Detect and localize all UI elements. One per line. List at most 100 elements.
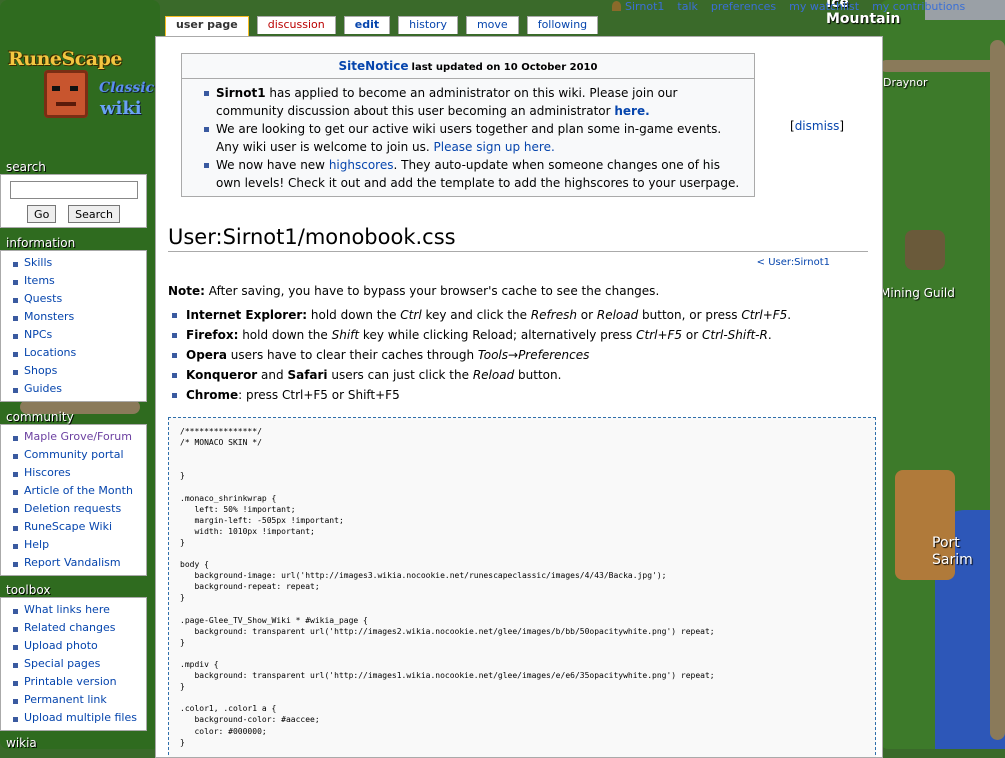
preferences-link[interactable]: preferences bbox=[711, 0, 776, 13]
personal-user[interactable]: Sirnot1 bbox=[612, 0, 664, 13]
logo-text-classic: Classic bbox=[99, 80, 155, 96]
sidebar-link[interactable]: Shops bbox=[24, 364, 57, 377]
sidebar-link[interactable]: Maple Grove/Forum bbox=[24, 430, 132, 443]
sidebar-item-shops[interactable]: Shops bbox=[11, 362, 146, 380]
toolbox-item-what-links-here[interactable]: What links here bbox=[11, 601, 146, 619]
sidebar-link[interactable]: Guides bbox=[24, 382, 62, 395]
tab-discussion-label[interactable]: discussion bbox=[268, 18, 325, 31]
sidebar-item-monsters[interactable]: Monsters bbox=[11, 308, 146, 326]
instruction-text: . bbox=[767, 328, 772, 342]
sidebar-item-article-of-month[interactable]: Article of the Month bbox=[11, 482, 146, 500]
page-title: User:Sirnot1/monobook.css bbox=[168, 225, 868, 252]
sidebar-item-npcs[interactable]: NPCs bbox=[11, 326, 146, 344]
toolbox-link[interactable]: Special pages bbox=[24, 657, 100, 670]
sidebar-item-items[interactable]: Items bbox=[11, 272, 146, 290]
sidebar-item-guides[interactable]: Guides bbox=[11, 380, 146, 398]
notice-item: Sirnot1 has applied to become an adminis… bbox=[202, 84, 744, 120]
sidebar-item-forum[interactable]: Maple Grove/Forum bbox=[11, 428, 146, 446]
tab-user-page[interactable]: user page bbox=[165, 16, 249, 36]
dismiss-link[interactable]: dismiss bbox=[795, 119, 840, 133]
css-code-block: /***************/ /* MONACO SKIN */ } .m… bbox=[168, 417, 876, 757]
tab-edit[interactable]: edit bbox=[343, 16, 391, 34]
instruction-key: Refresh bbox=[530, 308, 577, 322]
site-logo[interactable]: RuneScape Classic wiki bbox=[4, 44, 156, 134]
sidebar-link[interactable]: RuneScape Wiki bbox=[24, 520, 112, 533]
sidebar-item-runescape-wiki[interactable]: RuneScape Wiki bbox=[11, 518, 146, 536]
instruction-text: or bbox=[576, 308, 597, 322]
search-portlet: search Go Search bbox=[0, 160, 147, 228]
contributions-link[interactable]: my contributions bbox=[872, 0, 965, 13]
toolbox-heading: toolbox bbox=[6, 583, 51, 597]
toolbox-link[interactable]: What links here bbox=[24, 603, 110, 616]
notice-link-highscores[interactable]: highscores bbox=[329, 158, 394, 172]
toolbox-link[interactable]: Related changes bbox=[24, 621, 116, 634]
toolbox-item-related-changes[interactable]: Related changes bbox=[11, 619, 146, 637]
toolbox-portlet: toolbox What links here Related changes … bbox=[0, 583, 147, 731]
wikia-portlet: wikia bbox=[0, 736, 147, 750]
instruction-firefox: Firefox: hold down the Shift key while c… bbox=[170, 325, 791, 345]
tab-history[interactable]: history bbox=[398, 16, 458, 34]
tab-following[interactable]: following bbox=[526, 16, 599, 34]
sidebar-link[interactable]: Community portal bbox=[24, 448, 124, 461]
sidebar-link[interactable]: Monsters bbox=[24, 310, 74, 323]
tab-history-label[interactable]: history bbox=[409, 18, 447, 31]
toolbox-item-permanent-link[interactable]: Permanent link bbox=[11, 691, 146, 709]
notice-link-sign-up[interactable]: Please sign up here. bbox=[434, 140, 555, 154]
sidebar-item-locations[interactable]: Locations bbox=[11, 344, 146, 362]
instruction-key: Reload bbox=[472, 368, 515, 382]
sidebar-link[interactable]: Hiscores bbox=[24, 466, 71, 479]
instruction-opera: Opera users have to clear their caches t… bbox=[170, 345, 791, 365]
toolbox-item-upload-photo[interactable]: Upload photo bbox=[11, 637, 146, 655]
instruction-key: Ctrl+F5 bbox=[741, 308, 788, 322]
personal-toolbar: Sirnot1 talk preferences my watchlist my… bbox=[612, 0, 1005, 16]
sidebar-link[interactable]: Quests bbox=[24, 292, 62, 305]
browser-name: Opera bbox=[186, 348, 227, 362]
toolbox-item-upload-multiple[interactable]: Upload multiple files bbox=[11, 709, 146, 727]
sidebar-link[interactable]: Locations bbox=[24, 346, 76, 359]
toolbox-link[interactable]: Printable version bbox=[24, 675, 117, 688]
sidebar-link[interactable]: Help bbox=[24, 538, 49, 551]
tab-move-label[interactable]: move bbox=[477, 18, 508, 31]
notice-item: We now have new highscores. They auto-up… bbox=[202, 156, 744, 192]
tab-discussion[interactable]: discussion bbox=[256, 16, 336, 34]
sidebar-link[interactable]: NPCs bbox=[24, 328, 52, 341]
sidebar-link[interactable]: Deletion requests bbox=[24, 502, 121, 515]
toolbox-link[interactable]: Permanent link bbox=[24, 693, 107, 706]
sidebar-item-report-vandalism[interactable]: Report Vandalism bbox=[11, 554, 146, 572]
tab-move[interactable]: move bbox=[465, 16, 519, 34]
go-button[interactable]: Go bbox=[27, 205, 57, 223]
watchlist-link[interactable]: my watchlist bbox=[789, 0, 859, 13]
toolbox-link[interactable]: Upload multiple files bbox=[24, 711, 137, 724]
sidebar-link[interactable]: Report Vandalism bbox=[24, 556, 121, 569]
talk-link[interactable]: talk bbox=[677, 0, 697, 13]
notice-link-here[interactable]: here. bbox=[614, 104, 649, 118]
tab-edit-label[interactable]: edit bbox=[355, 18, 379, 31]
sidebar-item-skills[interactable]: Skills bbox=[11, 254, 146, 272]
toolbox-item-special-pages[interactable]: Special pages bbox=[11, 655, 146, 673]
instruction-text: key while clicking Reload; alternatively… bbox=[359, 328, 637, 342]
information-heading: information bbox=[6, 236, 76, 250]
community-heading: community bbox=[6, 410, 74, 424]
tab-user-page-label[interactable]: user page bbox=[176, 18, 238, 31]
site-notice-title[interactable]: SiteNotice bbox=[339, 59, 409, 73]
sidebar-item-deletion-requests[interactable]: Deletion requests bbox=[11, 500, 146, 518]
toolbox-item-printable-version[interactable]: Printable version bbox=[11, 673, 146, 691]
instruction-text: key and click the bbox=[421, 308, 531, 322]
sidebar-link[interactable]: Skills bbox=[24, 256, 52, 269]
sidebar-item-community-portal[interactable]: Community portal bbox=[11, 446, 146, 464]
sidebar-item-help[interactable]: Help bbox=[11, 536, 146, 554]
sidebar-link[interactable]: Items bbox=[24, 274, 55, 287]
logo-face-icon bbox=[44, 70, 88, 118]
toolbox-link[interactable]: Upload photo bbox=[24, 639, 98, 652]
user-link[interactable]: Sirnot1 bbox=[625, 0, 664, 13]
sidebar-link[interactable]: Article of the Month bbox=[24, 484, 133, 497]
search-input[interactable] bbox=[9, 181, 138, 199]
parent-page-link[interactable]: < User:Sirnot1 bbox=[757, 257, 830, 268]
notice-link-label: here. bbox=[614, 104, 650, 118]
sidebar-item-hiscores[interactable]: Hiscores bbox=[11, 464, 146, 482]
tab-following-label[interactable]: following bbox=[538, 18, 587, 31]
site-notice-header: SiteNotice last updated on 10 October 201… bbox=[182, 54, 754, 79]
map-label-port-sarim: Port Sarim bbox=[932, 535, 973, 568]
search-button[interactable]: Search bbox=[68, 205, 120, 223]
sidebar-item-quests[interactable]: Quests bbox=[11, 290, 146, 308]
